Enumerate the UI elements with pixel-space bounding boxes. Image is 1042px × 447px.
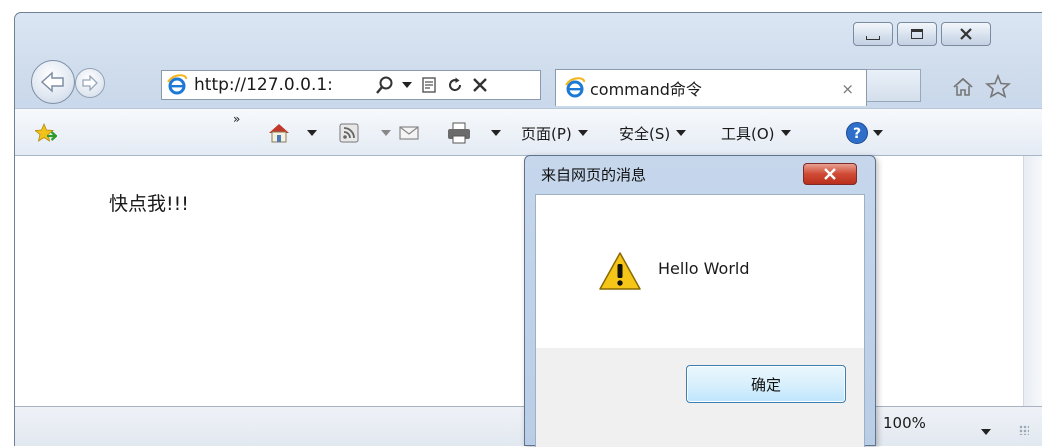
back-arrow-icon <box>40 71 64 93</box>
dialog-body: Hello World <box>535 194 865 348</box>
svg-text:?: ? <box>853 126 861 142</box>
refresh-icon[interactable] <box>442 70 468 100</box>
close-window-button[interactable] <box>941 22 991 46</box>
tab-command[interactable]: command命令 × <box>555 69 867 106</box>
zoom-dropdown-button[interactable] <box>975 421 991 439</box>
page-menu-label: 页面(P) <box>521 124 572 143</box>
rss-feed-button[interactable] <box>339 109 391 157</box>
ie-logo-icon <box>166 74 188 96</box>
page-click-text[interactable]: 快点我!!! <box>109 189 189 216</box>
chevron-down-icon <box>981 429 991 435</box>
ie-logo-icon <box>564 77 586 99</box>
close-icon <box>960 28 972 40</box>
command-chevron[interactable]: » <box>233 95 240 143</box>
safety-menu-label: 安全(S) <box>619 124 671 143</box>
add-favorites-icon[interactable] <box>35 109 57 157</box>
help-icon: ? <box>846 122 868 144</box>
alert-dialog: 来自网页的消息 Hello World 确定 <box>524 155 876 447</box>
print-icon <box>448 122 470 144</box>
minimize-button[interactable] <box>853 22 893 46</box>
dialog-footer: 确定 <box>535 348 865 447</box>
dialog-close-button[interactable] <box>803 163 857 185</box>
new-tab-button[interactable] <box>867 69 921 102</box>
chevron-down-icon <box>873 130 883 136</box>
tools-menu-label: 工具(O) <box>721 124 775 143</box>
dialog-message: Hello World <box>658 259 750 278</box>
minimize-icon <box>866 36 880 40</box>
chevron-down-icon <box>780 130 791 136</box>
address-bar[interactable]: http://127.0.0.1: <box>161 70 541 100</box>
command-bar: » 页面(P) 安全(S) 工具(O) ? <box>15 108 1042 156</box>
maximize-button[interactable] <box>897 22 937 46</box>
resize-grip-icon[interactable] <box>1019 425 1029 435</box>
chevron-down-icon <box>577 130 588 136</box>
address-dropdown-icon[interactable] <box>398 70 416 100</box>
warning-icon <box>598 251 642 295</box>
help-menu[interactable]: ? <box>845 109 883 157</box>
favorites-star-icon[interactable] <box>984 73 1012 102</box>
forward-arrow-icon <box>82 75 98 91</box>
zoom-level[interactable]: 100% <box>883 407 926 439</box>
tab-close-button[interactable]: × <box>841 80 854 98</box>
stop-icon[interactable] <box>468 70 492 100</box>
safety-menu[interactable]: 安全(S) <box>619 109 687 157</box>
maximize-icon <box>911 29 923 39</box>
tools-menu[interactable]: 工具(O) <box>721 109 791 157</box>
vertical-scrollbar[interactable] <box>1023 156 1042 406</box>
mail-icon <box>399 126 419 140</box>
print-dropdown-icon[interactable] <box>491 130 501 136</box>
rss-dropdown-icon[interactable] <box>381 130 391 136</box>
forward-button[interactable] <box>75 68 105 98</box>
tab-title: command命令 <box>590 80 702 99</box>
read-mail-button[interactable] <box>399 109 419 157</box>
address-url[interactable]: http://127.0.0.1: <box>194 75 372 95</box>
compatibility-view-icon[interactable] <box>416 70 442 100</box>
page-menu[interactable]: 页面(P) <box>521 109 588 157</box>
ok-button[interactable]: 确定 <box>686 365 846 403</box>
home-dropdown-icon[interactable] <box>307 130 317 136</box>
back-button[interactable] <box>31 60 75 104</box>
home-icon <box>269 124 289 143</box>
home-icon[interactable] <box>951 76 975 102</box>
chevron-down-icon <box>676 130 687 136</box>
search-icon[interactable] <box>372 70 398 100</box>
dialog-title: 来自网页的消息 <box>541 166 647 184</box>
close-icon <box>824 168 836 180</box>
rss-feed-icon <box>339 123 359 143</box>
print-button[interactable] <box>447 109 501 157</box>
home-button[interactable] <box>267 109 317 157</box>
